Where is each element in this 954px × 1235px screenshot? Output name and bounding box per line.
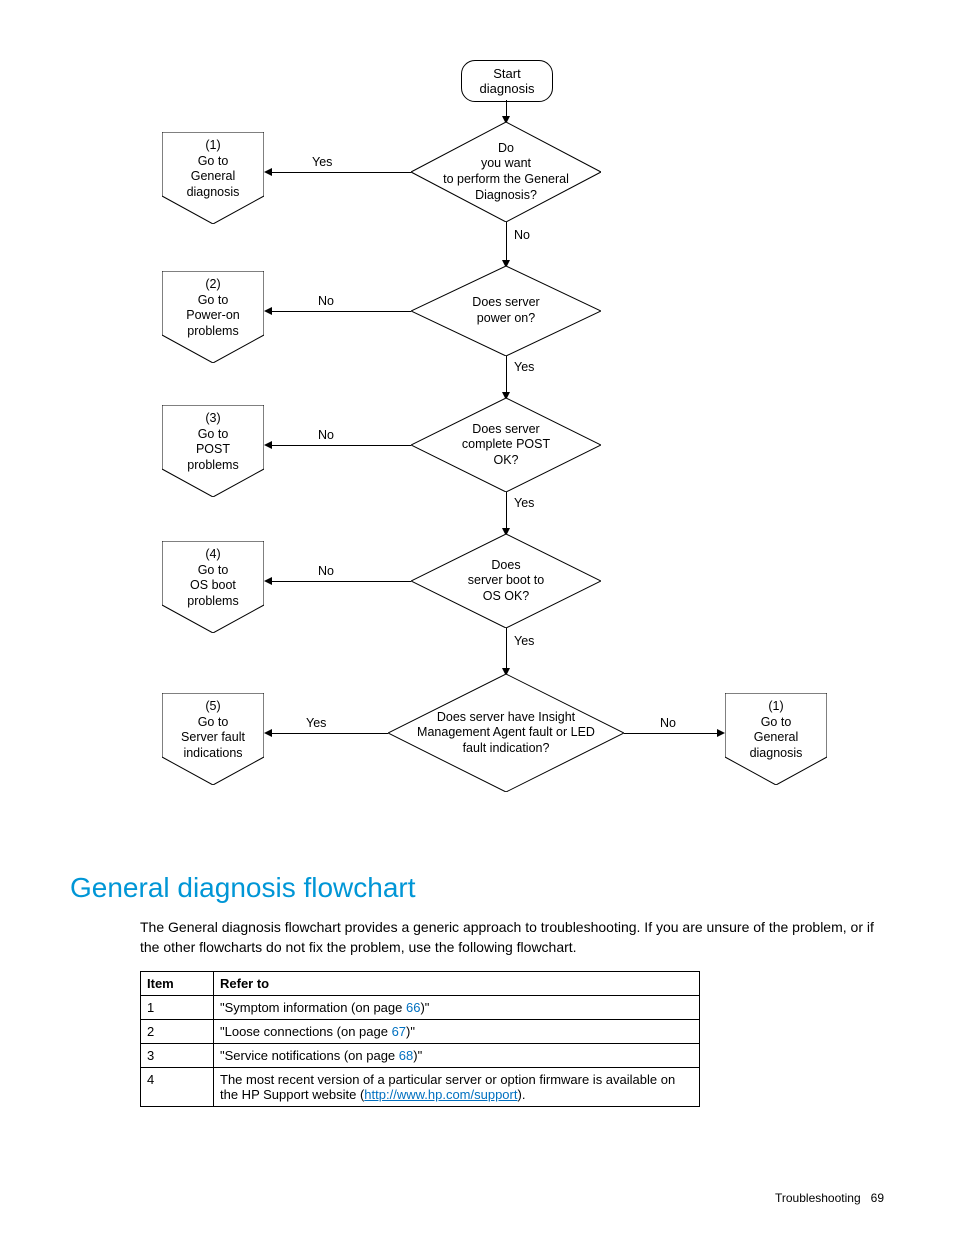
- table-row: 2 "Loose connections (on page 67)": [141, 1020, 700, 1044]
- edge: [270, 311, 411, 312]
- edge: [270, 445, 411, 446]
- table-row: 1 "Symptom information (on page 66)": [141, 996, 700, 1020]
- edge: [506, 628, 507, 670]
- arrowhead: [264, 577, 272, 585]
- arrowhead: [264, 168, 272, 176]
- offpage-server-fault: (5) Go to Server fault indications: [162, 693, 264, 785]
- offpage-os-boot: (4) Go to OS boot problems: [162, 541, 264, 633]
- edge: [506, 222, 507, 262]
- section-heading: General diagnosis flowchart: [70, 872, 884, 904]
- start-node: Start diagnosis: [461, 60, 553, 102]
- flowchart: Start diagnosis Do you want to perform t…: [70, 60, 890, 860]
- edge-label: Yes: [514, 496, 534, 510]
- edge-label: Yes: [312, 155, 332, 169]
- edge: [624, 733, 719, 734]
- edge: [506, 356, 507, 394]
- decision-label: Does server complete POST OK?: [462, 422, 550, 469]
- footer-section: Troubleshooting: [775, 1191, 861, 1205]
- decision-power-on: Does server power on?: [411, 266, 601, 356]
- table-cell-refer: "Loose connections (on page 67)": [214, 1020, 700, 1044]
- offpage-power-on: (2) Go to Power-on problems: [162, 271, 264, 363]
- edge: [270, 733, 388, 734]
- decision-post: Does server complete POST OK?: [411, 398, 601, 492]
- edge: [270, 172, 411, 173]
- decision-label: Does server boot to OS OK?: [468, 558, 544, 605]
- decision-insight-fault: Does server have Insight Management Agen…: [388, 674, 624, 792]
- table-cell-item: 3: [141, 1044, 214, 1068]
- arrowhead: [717, 729, 725, 737]
- table-cell-refer: The most recent version of a particular …: [214, 1068, 700, 1107]
- edge-label: Yes: [306, 716, 326, 730]
- offpage-general-diagnosis-1: (1) Go to General diagnosis: [162, 132, 264, 224]
- table-cell-item: 1: [141, 996, 214, 1020]
- body-paragraph: The General diagnosis flowchart provides…: [140, 918, 884, 957]
- table-cell-refer: "Symptom information (on page 66)": [214, 996, 700, 1020]
- offpage-post: (3) Go to POST problems: [162, 405, 264, 497]
- offpage-label: (5) Go to Server fault indications: [181, 699, 245, 762]
- table-row: 4 The most recent version of a particula…: [141, 1068, 700, 1107]
- decision-os-boot: Does server boot to OS OK?: [411, 534, 601, 628]
- table-cell-item: 2: [141, 1020, 214, 1044]
- offpage-label: (1) Go to General diagnosis: [750, 699, 803, 762]
- page-link[interactable]: 68: [399, 1048, 413, 1063]
- edge: [506, 492, 507, 530]
- page-link[interactable]: 67: [392, 1024, 406, 1039]
- edge: [270, 581, 411, 582]
- arrowhead: [264, 729, 272, 737]
- decision-label: Does server have Insight Management Agen…: [414, 710, 599, 757]
- decision-label: Does server power on?: [472, 295, 539, 326]
- edge-label: No: [660, 716, 676, 730]
- external-link[interactable]: http://www.hp.com/support: [364, 1087, 517, 1102]
- decision-general-diagnosis: Do you want to perform the General Diagn…: [411, 122, 601, 222]
- edge-label: No: [318, 428, 334, 442]
- table-row: 3 "Service notifications (on page 68)": [141, 1044, 700, 1068]
- start-label: Start diagnosis: [480, 66, 535, 96]
- table-header-item: Item: [141, 972, 214, 996]
- edge-label: No: [318, 294, 334, 308]
- edge-label: No: [318, 564, 334, 578]
- table-cell-refer: "Service notifications (on page 68)": [214, 1044, 700, 1068]
- page-link[interactable]: 66: [406, 1000, 420, 1015]
- reference-table: Item Refer to 1 "Symptom information (on…: [140, 971, 700, 1107]
- arrowhead: [264, 307, 272, 315]
- offpage-label: (4) Go to OS boot problems: [187, 547, 238, 610]
- page-footer: Troubleshooting 69: [775, 1191, 884, 1205]
- arrowhead: [264, 441, 272, 449]
- offpage-label: (3) Go to POST problems: [187, 411, 238, 474]
- offpage-label: (1) Go to General diagnosis: [187, 138, 240, 201]
- edge-label: Yes: [514, 360, 534, 374]
- decision-label: Do you want to perform the General Diagn…: [443, 141, 569, 204]
- table-header-refer: Refer to: [214, 972, 700, 996]
- offpage-general-diagnosis-2: (1) Go to General diagnosis: [725, 693, 827, 785]
- footer-page-number: 69: [871, 1191, 884, 1205]
- offpage-label: (2) Go to Power-on problems: [186, 277, 240, 340]
- table-cell-item: 4: [141, 1068, 214, 1107]
- edge-label: Yes: [514, 634, 534, 648]
- edge-label: No: [514, 228, 530, 242]
